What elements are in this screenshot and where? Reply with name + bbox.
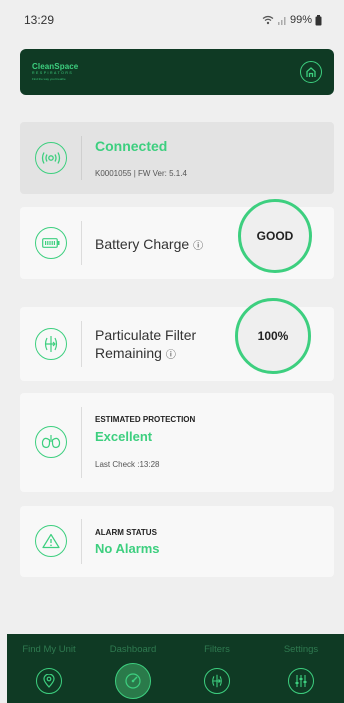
logo-subtext: RESPIRATORS	[32, 71, 74, 76]
battery-gauge: GOOD	[238, 199, 312, 273]
status-bar: 13:29 99%	[0, 0, 344, 40]
warning-icon	[42, 533, 60, 549]
battery-percent: 99%	[289, 14, 312, 26]
device-info: K0001055 | FW Ver: 5.1.4	[95, 169, 187, 178]
protection-value: Excellent	[95, 429, 153, 444]
filter-label: Particulate Filter Remaining ⓘ	[95, 326, 196, 365]
card-divider	[81, 136, 82, 180]
card-divider	[81, 519, 82, 564]
protection-card[interactable]: ESTIMATED PROTECTION Excellent Last Chec…	[20, 393, 334, 492]
location-pin-icon	[36, 668, 62, 694]
info-icon[interactable]: ⓘ	[166, 350, 176, 361]
alarm-heading: ALARM STATUS	[95, 528, 157, 537]
nav-settings[interactable]: Settings	[259, 634, 343, 703]
battery-icon	[315, 14, 322, 25]
battery-level-icon	[42, 238, 60, 248]
signal-icon	[277, 17, 286, 25]
cleanspace-logo: CleanSpace RESPIRATORS Find the way you …	[32, 63, 78, 81]
nav-label: Filters	[204, 644, 230, 655]
sliders-icon	[288, 668, 314, 694]
connection-card[interactable]: Connected K0001055 | FW Ver: 5.1.4	[20, 122, 334, 194]
wifi-icon	[262, 15, 274, 25]
battery-value: GOOD	[256, 229, 294, 243]
home-icon	[306, 67, 316, 77]
nav-label: Dashboard	[109, 644, 157, 655]
alarm-icon-wrap	[35, 525, 67, 557]
card-divider	[81, 321, 82, 367]
dashboard-gauge-icon	[115, 663, 151, 699]
bottom-nav: Find My Unit Dashboard Filters Settings	[7, 634, 344, 703]
lungs-icon	[41, 435, 61, 449]
protection-icon-wrap	[35, 426, 67, 458]
filter-value: 100%	[257, 329, 289, 343]
status-icons: 99%	[262, 14, 322, 26]
broadcast-icon	[41, 152, 61, 164]
filter-card[interactable]: Particulate Filter Remaining ⓘ 100%	[20, 298, 334, 381]
nav-label: Settings	[283, 644, 319, 655]
home-button[interactable]	[300, 61, 322, 83]
logo-text: CleanSpace	[32, 62, 79, 72]
filter-icon	[44, 336, 58, 352]
nav-find-my-unit[interactable]: Find My Unit	[7, 634, 91, 703]
protection-heading: ESTIMATED PROTECTION	[95, 415, 196, 424]
battery-label: Battery Charge ⓘ	[95, 235, 203, 256]
connection-icon-wrap	[35, 142, 67, 174]
filter-label-line2: Remaining	[95, 345, 162, 361]
filter-gauge: 100%	[235, 298, 311, 374]
info-icon[interactable]: ⓘ	[193, 241, 203, 252]
filter-icon-wrap	[35, 328, 67, 360]
status-time: 13:29	[24, 13, 55, 27]
app-header: CleanSpace RESPIRATORS Find the way you …	[20, 49, 334, 95]
nav-filters[interactable]: Filters	[175, 634, 259, 703]
logo-tagline: Find the way you breathe	[32, 76, 66, 81]
alarm-card[interactable]: ALARM STATUS No Alarms	[20, 506, 334, 577]
filters-icon	[204, 668, 230, 694]
alarm-value: No Alarms	[95, 541, 160, 556]
connection-status: Connected	[95, 138, 168, 154]
battery-card[interactable]: Battery Charge ⓘ GOOD	[20, 199, 334, 279]
filter-label-line1: Particulate Filter	[95, 327, 197, 343]
nav-label: Find My Unit	[22, 644, 76, 655]
last-check: Last Check :13:28	[95, 460, 160, 469]
card-divider	[81, 407, 82, 478]
battery-icon-wrap	[35, 227, 67, 259]
nav-dashboard[interactable]: Dashboard	[91, 634, 175, 703]
card-divider	[81, 221, 82, 265]
battery-label-text: Battery Charge	[95, 236, 190, 252]
